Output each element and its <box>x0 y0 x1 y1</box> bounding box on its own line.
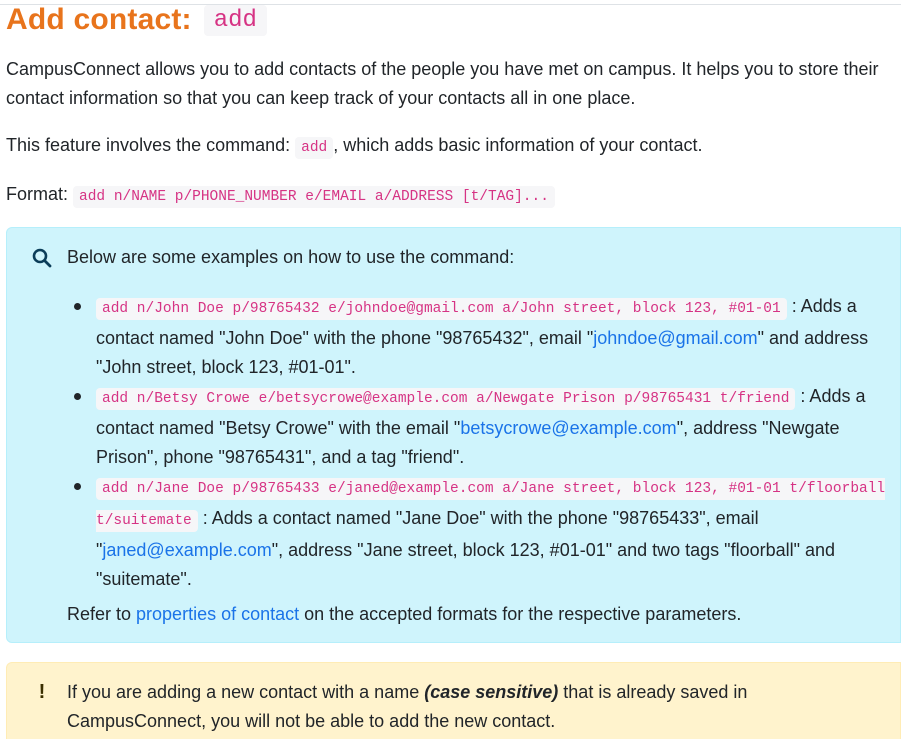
examples-list: add n/John Doe p/98765432 e/johndoe@gmai… <box>74 292 896 594</box>
feature-prefix: This feature involves the command: <box>6 135 291 155</box>
intro-paragraph: CampusConnect allows you to add contacts… <box>6 59 879 108</box>
case-sensitive-emphasis: (case sensitive) <box>424 682 559 702</box>
exclamation-icon: ! <box>38 680 46 703</box>
list-item: add n/Betsy Crowe e/betsycrowe@example.c… <box>74 382 896 472</box>
email-link[interactable]: janed@example.com <box>102 540 271 560</box>
examples-intro: Below are some examples on how to use th… <box>67 247 515 267</box>
bullet <box>74 483 81 490</box>
email-link[interactable]: betsycrowe@example.com <box>460 418 676 438</box>
format-label: Format: <box>6 184 69 204</box>
format-code: add n/NAME p/PHONE_NUMBER e/EMAIL a/ADDR… <box>73 186 555 208</box>
heading-command-code: add <box>203 4 267 36</box>
example-code: add n/John Doe p/98765432 e/johndoe@gmai… <box>96 298 787 320</box>
refer-paragraph: Refer to properties of contact on the ac… <box>67 600 741 629</box>
refer-prefix: Refer to <box>67 604 137 624</box>
search-icon <box>30 246 54 270</box>
section-heading: Add contact: add <box>6 0 267 40</box>
example-code: add n/Betsy Crowe e/betsycrowe@example.c… <box>96 388 796 410</box>
bullet <box>74 393 81 400</box>
feature-suffix: , which adds basic information of your c… <box>333 135 703 155</box>
list-item: add n/Jane Doe p/98765433 e/janed@exampl… <box>74 472 896 594</box>
heading-title: Add contact: <box>6 3 192 36</box>
refer-suffix: on the accepted formats for the respecti… <box>299 604 742 624</box>
list-item: add n/John Doe p/98765432 e/johndoe@gmai… <box>74 292 896 382</box>
bullet <box>74 303 81 310</box>
email-link[interactable]: johndoe@gmail.com <box>593 328 757 348</box>
warning-text-1: If you are adding a new contact with a n… <box>67 682 425 702</box>
feature-command-code: add <box>295 137 334 159</box>
properties-link[interactable]: properties of contact <box>136 604 299 624</box>
warning-text: If you are adding a new contact with a n… <box>67 678 857 736</box>
format-paragraph: Format: add n/NAME p/PHONE_NUMBER e/EMAI… <box>6 180 896 212</box>
feature-paragraph: This feature involves the command: add, … <box>6 131 896 163</box>
